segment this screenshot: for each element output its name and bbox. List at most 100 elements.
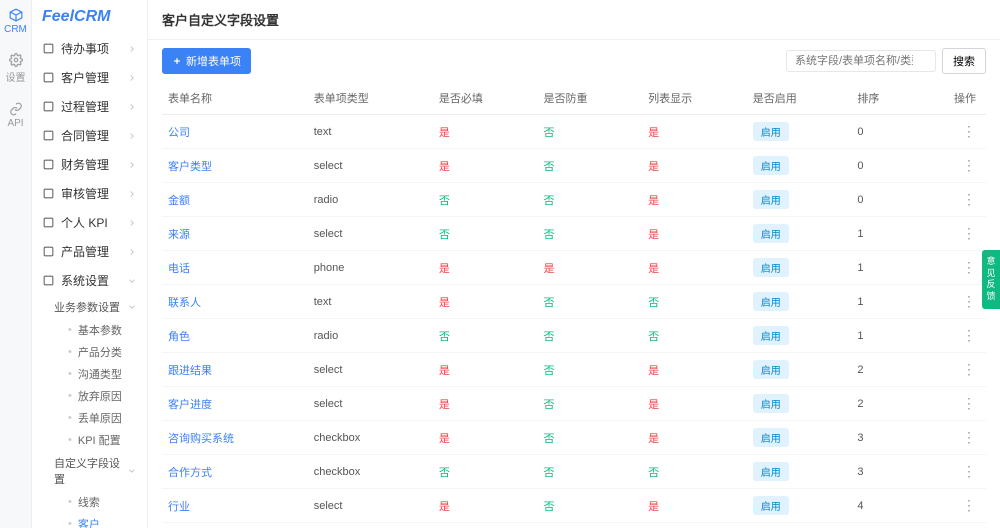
field-required: 是 <box>433 353 538 387</box>
nav-item[interactable]: 产品管理 <box>32 237 147 266</box>
more-icon[interactable]: ⋮ <box>962 497 976 513</box>
field-order: 1 <box>851 319 915 353</box>
field-dedup: 否 <box>538 455 643 489</box>
field-required: 是 <box>433 285 538 319</box>
more-icon[interactable]: ⋮ <box>962 225 976 241</box>
field-name[interactable]: 来源 <box>162 217 308 251</box>
sub-sub-item[interactable]: KPI 配置 <box>68 429 147 451</box>
field-name[interactable]: 跟进结果 <box>162 353 308 387</box>
nav-item[interactable]: 个人 KPI <box>32 208 147 237</box>
more-icon[interactable]: ⋮ <box>962 361 976 377</box>
status-badge[interactable]: 启用 <box>753 258 789 277</box>
field-name[interactable]: 合作方式 <box>162 455 308 489</box>
field-order: 1 <box>851 217 915 251</box>
nav-item[interactable]: 待办事项 <box>32 34 147 63</box>
nav-item[interactable]: 合同管理 <box>32 121 147 150</box>
field-name[interactable]: 地区 <box>162 523 308 528</box>
field-name[interactable]: 客户进度 <box>162 387 308 421</box>
status-badge[interactable]: 启用 <box>753 156 789 175</box>
table-row: 客户进度select是否是启用2⋮ <box>162 387 986 421</box>
sub-item[interactable]: 自定义字段设置 <box>54 451 147 491</box>
table-row: 客户类型select是否是启用0⋮ <box>162 149 986 183</box>
field-dedup: 否 <box>538 523 643 528</box>
add-field-button[interactable]: 新增表单项 <box>162 48 251 74</box>
field-required: 是 <box>433 115 538 149</box>
field-name[interactable]: 电话 <box>162 251 308 285</box>
field-name[interactable]: 联系人 <box>162 285 308 319</box>
more-icon[interactable]: ⋮ <box>962 327 976 343</box>
status-badge[interactable]: 启用 <box>753 190 789 209</box>
field-name[interactable]: 金额 <box>162 183 308 217</box>
field-name[interactable]: 角色 <box>162 319 308 353</box>
search-button[interactable]: 搜索 <box>942 48 986 74</box>
sub-sub-item[interactable]: 丢单原因 <box>68 407 147 429</box>
sub-sub-item[interactable]: 产品分类 <box>68 341 147 363</box>
field-list: 是 <box>642 387 747 421</box>
more-icon[interactable]: ⋮ <box>962 463 976 479</box>
field-list: 是 <box>642 523 747 528</box>
sub-sub-item[interactable]: 沟通类型 <box>68 363 147 385</box>
feedback-tab[interactable]: 意见反馈 <box>982 250 1000 309</box>
more-icon[interactable]: ⋮ <box>962 191 976 207</box>
field-order: 1 <box>851 285 915 319</box>
status-badge[interactable]: 启用 <box>753 428 789 447</box>
status-badge[interactable]: 启用 <box>753 462 789 481</box>
status-badge[interactable]: 启用 <box>753 326 789 345</box>
field-dedup: 否 <box>538 115 643 149</box>
status-badge[interactable]: 启用 <box>753 496 789 515</box>
search-input[interactable] <box>786 50 936 72</box>
nav-item[interactable]: 审核管理 <box>32 179 147 208</box>
status-badge[interactable]: 启用 <box>753 122 789 141</box>
page-title: 客户自定义字段设置 <box>148 0 1000 40</box>
sub-sub-item[interactable]: 线索 <box>68 491 147 513</box>
more-icon[interactable]: ⋮ <box>962 429 976 445</box>
field-type: select <box>308 353 433 387</box>
more-icon[interactable]: ⋮ <box>962 259 976 275</box>
field-type: text <box>308 285 433 319</box>
field-type: checkbox <box>308 455 433 489</box>
field-list: 否 <box>642 285 747 319</box>
status-badge[interactable]: 启用 <box>753 292 789 311</box>
nav-item[interactable]: 系统设置 <box>32 266 147 295</box>
field-name[interactable]: 客户类型 <box>162 149 308 183</box>
field-required: 是 <box>433 387 538 421</box>
nav-item[interactable]: 客户管理 <box>32 63 147 92</box>
table-row: 金额radio否否是启用0⋮ <box>162 183 986 217</box>
table-row: 跟进结果select是否是启用2⋮ <box>162 353 986 387</box>
sidebar: FeelCRM 待办事项客户管理过程管理合同管理财务管理审核管理个人 KPI产品… <box>32 0 148 528</box>
sub-sub-item[interactable]: 基本参数 <box>68 319 147 341</box>
nav-item[interactable]: 过程管理 <box>32 92 147 121</box>
field-name[interactable]: 行业 <box>162 489 308 523</box>
more-icon[interactable]: ⋮ <box>962 157 976 173</box>
field-order: 3 <box>851 455 915 489</box>
field-required: 否 <box>433 319 538 353</box>
sub-sub-item[interactable]: 放弃原因 <box>68 385 147 407</box>
field-order: 2 <box>851 387 915 421</box>
field-list: 是 <box>642 183 747 217</box>
field-dedup: 否 <box>538 285 643 319</box>
col-header: 是否必填 <box>433 82 538 115</box>
rail-crm[interactable]: CRM <box>4 8 27 35</box>
status-badge[interactable]: 启用 <box>753 394 789 413</box>
more-icon[interactable]: ⋮ <box>962 395 976 411</box>
field-order: 3 <box>851 421 915 455</box>
field-name[interactable]: 公司 <box>162 115 308 149</box>
cube-icon <box>9 8 23 22</box>
status-badge[interactable]: 启用 <box>753 224 789 243</box>
col-header: 列表显示 <box>642 82 747 115</box>
more-icon[interactable]: ⋮ <box>962 293 976 309</box>
col-header: 表单名称 <box>162 82 308 115</box>
status-badge[interactable]: 启用 <box>753 360 789 379</box>
rail-api[interactable]: API <box>7 102 23 129</box>
fields-table: 表单名称表单项类型是否必填是否防重列表显示是否启用排序操作 公司text是否是启… <box>162 82 986 528</box>
field-order: 4 <box>851 523 915 528</box>
table-row: 公司text是否是启用0⋮ <box>162 115 986 149</box>
rail-settings[interactable]: 设置 <box>6 53 26 84</box>
more-icon[interactable]: ⋮ <box>962 123 976 139</box>
nav-item[interactable]: 财务管理 <box>32 150 147 179</box>
field-list: 是 <box>642 217 747 251</box>
sub-sub-item[interactable]: 客户 <box>68 513 147 528</box>
field-order: 1 <box>851 251 915 285</box>
field-name[interactable]: 咨询购买系统 <box>162 421 308 455</box>
sub-item[interactable]: 业务参数设置 <box>54 295 147 319</box>
